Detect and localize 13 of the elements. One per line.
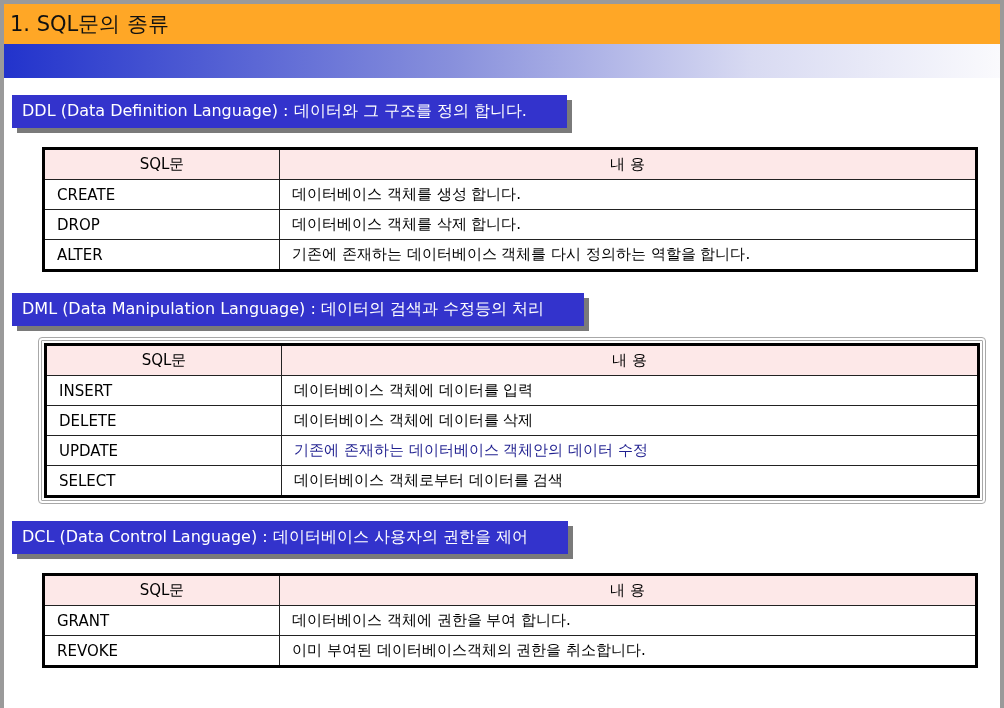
column-header: 내 용 — [279, 148, 977, 180]
column-header: 내 용 — [279, 574, 977, 606]
table-cell: UPDATE — [45, 435, 282, 466]
column-header: SQL문 — [45, 344, 282, 376]
column-header: SQL문 — [43, 574, 280, 606]
table-cell: CREATE — [43, 179, 280, 210]
slide-title: 1. SQL문의 종류 — [4, 4, 1000, 44]
table-cell: DELETE — [45, 405, 282, 436]
column-header: 내 용 — [281, 344, 979, 376]
table-cell: GRANT — [43, 605, 280, 636]
column-header: SQL문 — [43, 148, 280, 180]
table-cell: DROP — [43, 209, 280, 240]
table-cell: INSERT — [45, 375, 282, 406]
